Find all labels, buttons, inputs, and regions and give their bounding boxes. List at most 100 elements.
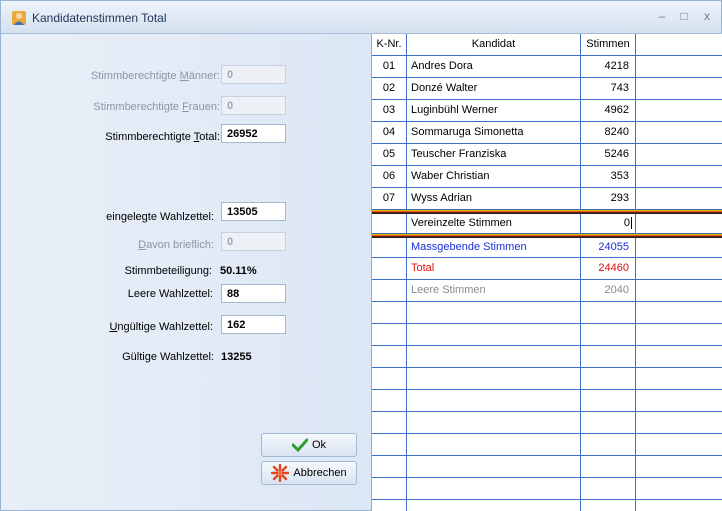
table-row[interactable]: 01 Andres Dora 4218 [372, 56, 722, 78]
minimize-button[interactable]: – [653, 7, 671, 25]
ok-button[interactable]: Ok [261, 433, 357, 457]
cell-nr [372, 258, 407, 280]
ungueltige-label: Ungültige Wahlzettel: [109, 321, 213, 333]
leere-field[interactable]: 88 [221, 284, 286, 303]
cell-nr: 07 [372, 188, 407, 210]
close-button[interactable]: x [698, 7, 716, 25]
ungueltige-field[interactable]: 162 [221, 315, 286, 334]
cell-empty [636, 238, 722, 258]
cell-kandidat: Waber Christian [407, 166, 581, 188]
col-header-empty [636, 34, 722, 56]
cancel-button[interactable]: Abbrechen [261, 461, 357, 485]
empty-row[interactable] [372, 302, 722, 324]
cell-nr [372, 214, 407, 234]
cell-empty [636, 214, 722, 234]
col-header-stimmen[interactable]: Stimmen [581, 34, 636, 56]
cell-kandidat: Wyss Adrian [407, 188, 581, 210]
cell-empty [636, 122, 722, 144]
total-row: Total 24460 [372, 258, 722, 280]
cell-nr: 01 [372, 56, 407, 78]
cell-nr: 03 [372, 100, 407, 122]
cell-kandidat: Teuscher Franziska [407, 144, 581, 166]
col-header-kandidat[interactable]: Kandidat [407, 34, 581, 56]
dialog-window: Kandidatenstimmen Total – □ x Stimmberec… [0, 0, 722, 511]
frauen-field[interactable]: 0 [221, 96, 286, 115]
empty-row[interactable] [372, 478, 722, 500]
cell-stimmen[interactable]: 743 [581, 78, 636, 100]
cell-nr [372, 238, 407, 258]
brieflich-label: Davon brieflich: [138, 239, 214, 251]
cell-empty [636, 280, 722, 302]
leere-row: Leere Stimmen 2040 [372, 280, 722, 302]
cell-kandidat: Sommaruga Simonetta [407, 122, 581, 144]
cell-empty [636, 56, 722, 78]
title-bar[interactable]: Kandidatenstimmen Total – □ x [1, 1, 721, 34]
brieflich-field[interactable]: 0 [221, 232, 286, 251]
cell-empty [636, 188, 722, 210]
cell-kandidat: Andres Dora [407, 56, 581, 78]
cell-nr: 04 [372, 122, 407, 144]
table-row[interactable]: 02 Donzé Walter 743 [372, 78, 722, 100]
cell-nr: 06 [372, 166, 407, 188]
cell-nr [372, 280, 407, 302]
empty-row[interactable] [372, 412, 722, 434]
table-row[interactable]: 04 Sommaruga Simonetta 8240 [372, 122, 722, 144]
maenner-field[interactable]: 0 [221, 65, 286, 84]
summary-panel: Stimmberechtigte Männer: 0 Stimmberechti… [1, 34, 371, 510]
table-row[interactable]: 03 Luginbühl Werner 4962 [372, 100, 722, 122]
gueltige-value: 13255 [221, 351, 252, 363]
col-header-nr[interactable]: K-Nr. [372, 34, 407, 56]
ok-button-label: Ok [311, 439, 327, 451]
beteiligung-value: 50.11% [220, 265, 257, 277]
cell-kandidat: Massgebende Stimmen [407, 238, 581, 258]
checkmark-icon [291, 438, 308, 452]
cell-stimmen[interactable]: 4218 [581, 56, 636, 78]
leere-label: Leere Wahlzettel: [127, 288, 213, 300]
vereinzelte-input[interactable]: 0 [581, 214, 636, 234]
table-row[interactable]: 06 Waber Christian 353 [372, 166, 722, 188]
vereinzelte-row[interactable]: Vereinzelte Stimmen 0 [372, 214, 722, 234]
cell-kandidat: Vereinzelte Stimmen [407, 214, 581, 234]
cell-stimmen: 2040 [581, 280, 636, 302]
empty-row[interactable] [372, 456, 722, 478]
cell-stimmen[interactable]: 5246 [581, 144, 636, 166]
cell-stimmen[interactable]: 293 [581, 188, 636, 210]
gueltige-label: Gültige Wahlzettel: [122, 351, 214, 363]
cell-empty [636, 144, 722, 166]
empty-row[interactable] [372, 500, 722, 511]
table-row[interactable]: 05 Teuscher Franziska 5246 [372, 144, 722, 166]
eingelegte-field[interactable]: 13505 [221, 202, 286, 221]
cancel-button-label: Abbrechen [293, 467, 347, 479]
frauen-label: Stimmberechtigte Frauen: [93, 101, 220, 113]
cell-empty [636, 166, 722, 188]
empty-row[interactable] [372, 390, 722, 412]
candidates-table: K-Nr. Kandidat Stimmen 01 Andres Dora 42… [371, 34, 722, 511]
cell-stimmen: 24460 [581, 258, 636, 280]
cell-empty [636, 78, 722, 100]
cell-stimmen[interactable]: 8240 [581, 122, 636, 144]
empty-row[interactable] [372, 368, 722, 390]
cell-kandidat: Total [407, 258, 581, 280]
cell-kandidat: Donzé Walter [407, 78, 581, 100]
massgebende-row: Massgebende Stimmen 24055 [372, 238, 722, 258]
cancel-burst-icon [271, 464, 290, 482]
cell-empty [636, 100, 722, 122]
cell-nr: 05 [372, 144, 407, 166]
total-label: Stimmberechtigte Total: [105, 131, 220, 143]
cell-stimmen: 24055 [581, 238, 636, 258]
maximize-button[interactable]: □ [675, 7, 693, 25]
user-icon [12, 11, 26, 25]
eingelegte-label: eingelegte Wahlzettel: [106, 211, 214, 223]
total-field[interactable]: 26952 [221, 124, 286, 143]
cell-stimmen[interactable]: 4962 [581, 100, 636, 122]
table-row[interactable]: 07 Wyss Adrian 293 [372, 188, 722, 210]
empty-row[interactable] [372, 324, 722, 346]
table-header: K-Nr. Kandidat Stimmen [372, 34, 722, 56]
cell-kandidat: Luginbühl Werner [407, 100, 581, 122]
maenner-label: Stimmberechtigte Männer: [90, 70, 220, 82]
beteiligung-label: Stimmbeteiligung: [124, 265, 212, 277]
empty-row[interactable] [372, 434, 722, 456]
cell-stimmen[interactable]: 353 [581, 166, 636, 188]
empty-row[interactable] [372, 346, 722, 368]
cell-empty [636, 258, 722, 280]
